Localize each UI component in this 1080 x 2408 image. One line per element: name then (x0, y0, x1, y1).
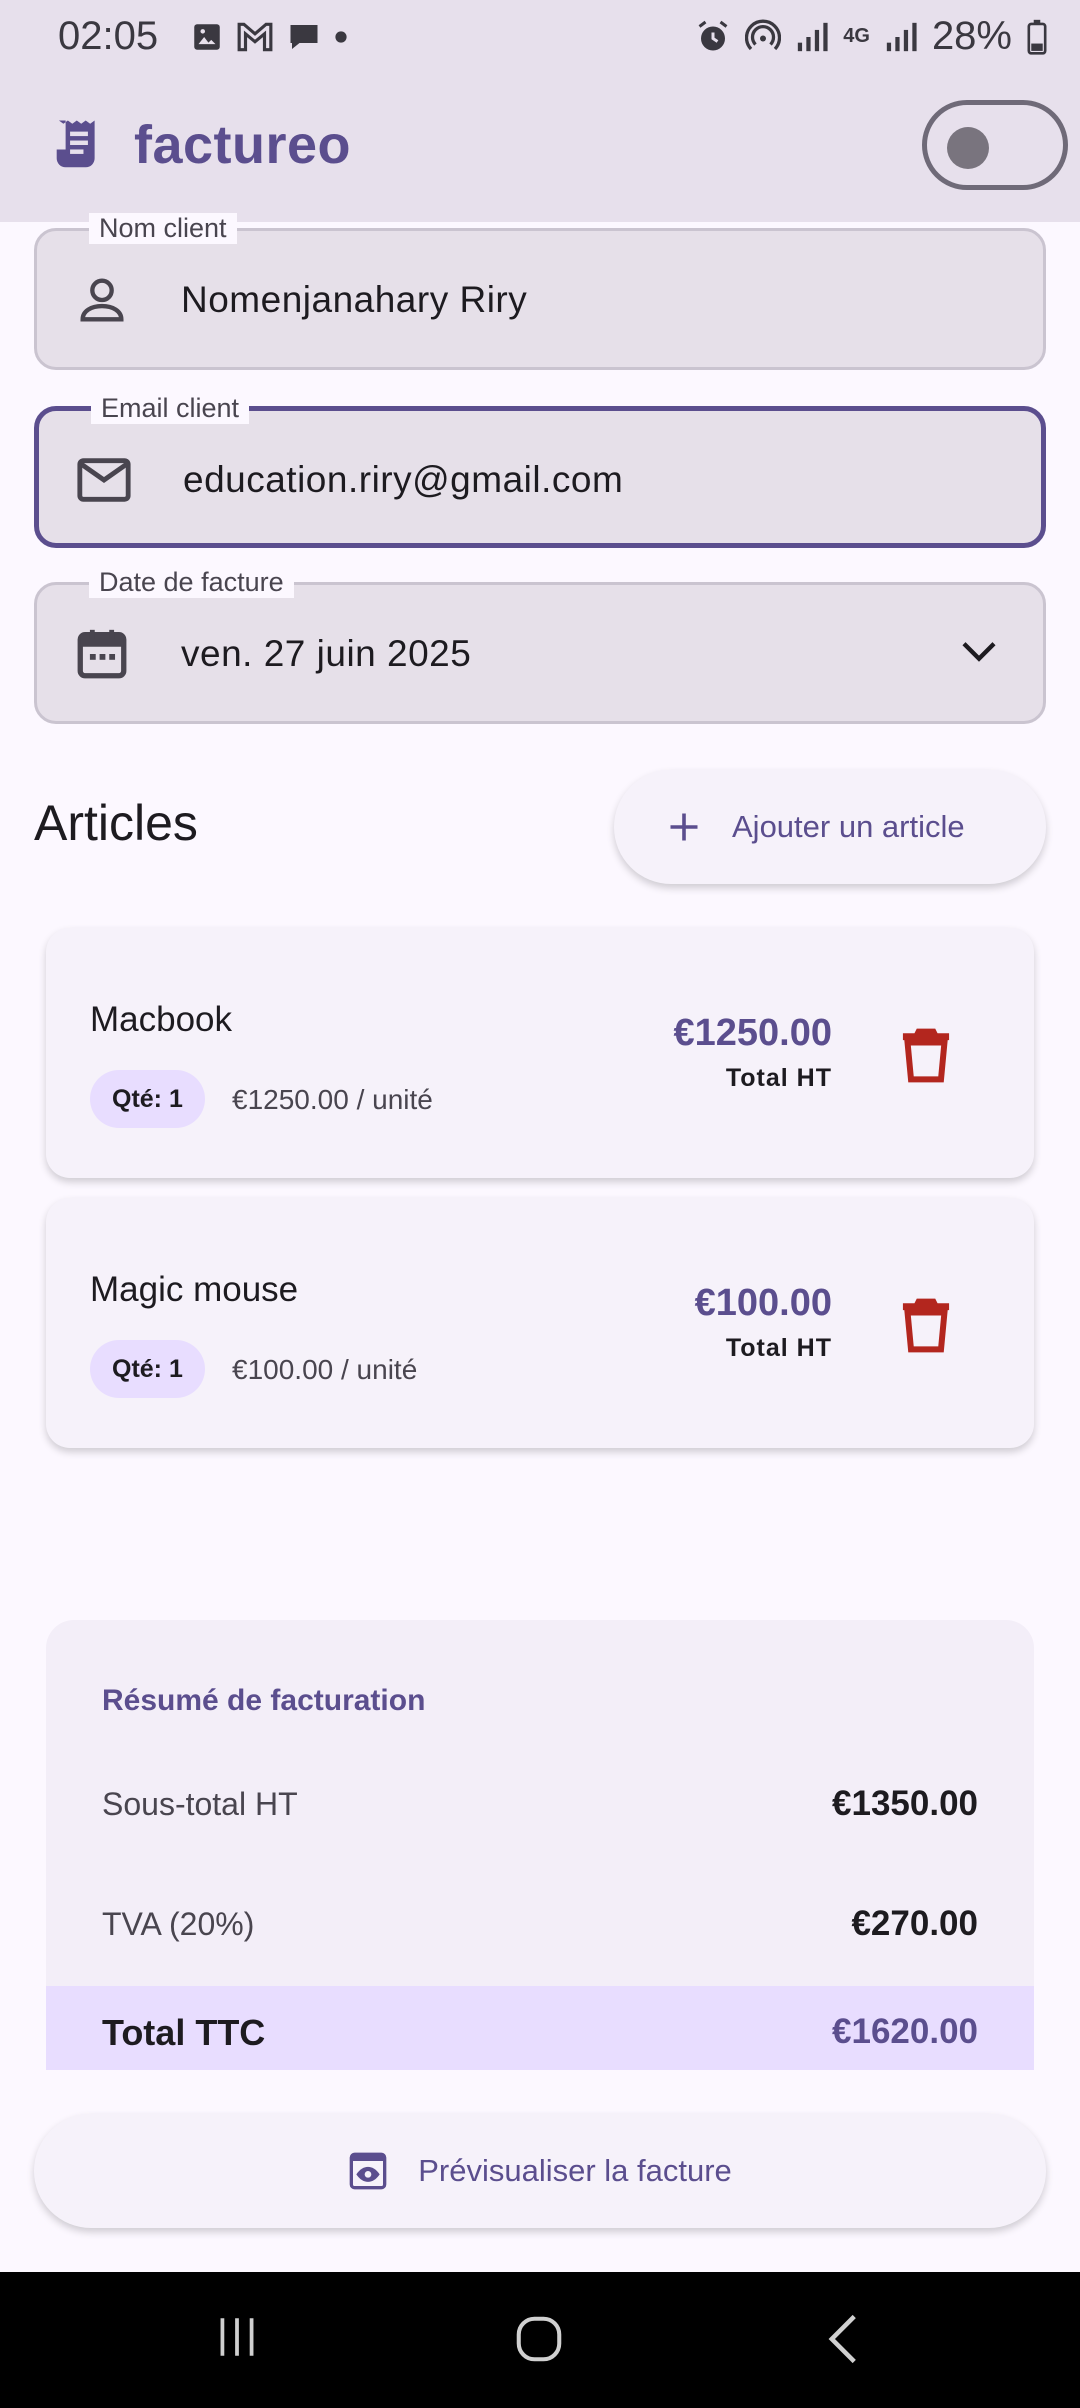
network-type: 4G (843, 25, 870, 47)
preview-icon (349, 2152, 387, 2190)
plus-icon (670, 813, 698, 841)
invoice-date-field[interactable]: Date de facture ven. 27 juin 2025 (34, 567, 1046, 724)
article-card[interactable]: Magic mouse Qté: 1 €100.00 / unité €100.… (46, 1198, 1034, 1448)
status-time: 02:05 (58, 14, 159, 58)
delete-icon[interactable] (898, 1294, 954, 1354)
chevron-down-icon[interactable] (959, 637, 999, 667)
subtotal-label: Sous-total HT (102, 1786, 298, 1822)
signal-icon (798, 22, 828, 51)
articles-title: Articles (34, 795, 198, 851)
gmail-icon (237, 22, 273, 52)
vat-value: €270.00 (851, 1904, 978, 1943)
client-name-value: Nomenjanahary Riry (181, 279, 528, 320)
theme-toggle[interactable] (922, 100, 1068, 190)
status-system-icons: 4G 28% (695, 14, 1048, 59)
calendar-icon (77, 629, 127, 679)
article-total: €100.00 (694, 1282, 832, 1324)
article-total-label: Total HT (725, 1064, 832, 1092)
client-email-value: education.riry@gmail.com (183, 459, 624, 500)
delete-icon[interactable] (898, 1024, 954, 1084)
unit-price: €1250.00 / unité (232, 1084, 433, 1115)
article-name: Macbook (90, 1000, 233, 1039)
invoice-date-label: Date de facture (89, 567, 294, 598)
subtotal-value: €1350.00 (832, 1784, 978, 1823)
total-label: Total TTC (102, 2012, 266, 2053)
article-name: Magic mouse (90, 1270, 299, 1309)
quantity-badge: Qté: 1 (90, 1070, 205, 1128)
person-icon (80, 278, 124, 322)
system-navigation-bar (0, 2272, 1080, 2408)
client-name-field[interactable]: Nom client Nomenjanahary Riry (34, 213, 1046, 370)
unit-price: €100.00 / unité (232, 1354, 418, 1385)
home-icon[interactable] (512, 2312, 566, 2366)
app-title: factureo (134, 115, 352, 175)
invoice-date-value: ven. 27 juin 2025 (181, 633, 472, 674)
battery-icon (1027, 19, 1047, 55)
signal-icon-2 (886, 22, 917, 51)
client-name-label: Nom client (89, 213, 237, 244)
recent-apps-icon[interactable] (212, 2312, 262, 2362)
summary-title: Résumé de facturation (102, 1684, 426, 1717)
battery-percent: 28% (931, 14, 1012, 58)
article-total-label: Total HT (725, 1334, 832, 1362)
add-article-label: Ajouter un article (732, 809, 965, 844)
billing-summary: Résumé de facturation Sous-total HT €135… (46, 1620, 1034, 2070)
total-row: Total TTC €1620.00 (46, 1986, 1034, 2070)
receipt-logo-icon (56, 120, 95, 168)
chat-icon (290, 25, 318, 49)
vat-label: TVA (20%) (102, 1906, 255, 1942)
quantity-badge: Qté: 1 (90, 1340, 205, 1398)
preview-invoice-label: Prévisualiser la facture (418, 2153, 732, 2188)
article-card[interactable]: Macbook Qté: 1 €1250.00 / unité €1250.00… (46, 928, 1034, 1178)
alarm-icon (698, 20, 728, 50)
dot-icon (335, 31, 347, 43)
toggle-knob (947, 127, 989, 169)
mail-icon (77, 458, 131, 502)
status-notification-icons (190, 20, 348, 54)
hotspot-icon (745, 19, 782, 50)
client-email-field[interactable]: Email client education.riry@gmail.com (34, 393, 1046, 548)
add-article-button[interactable]: Ajouter un article (614, 770, 1046, 884)
article-total: €1250.00 (673, 1012, 833, 1054)
gallery-icon (194, 24, 220, 50)
client-email-label: Email client (91, 393, 250, 424)
back-icon[interactable] (820, 2312, 866, 2366)
total-value: €1620.00 (832, 2012, 978, 2051)
preview-invoice-button[interactable]: Prévisualiser la facture (34, 2114, 1046, 2228)
